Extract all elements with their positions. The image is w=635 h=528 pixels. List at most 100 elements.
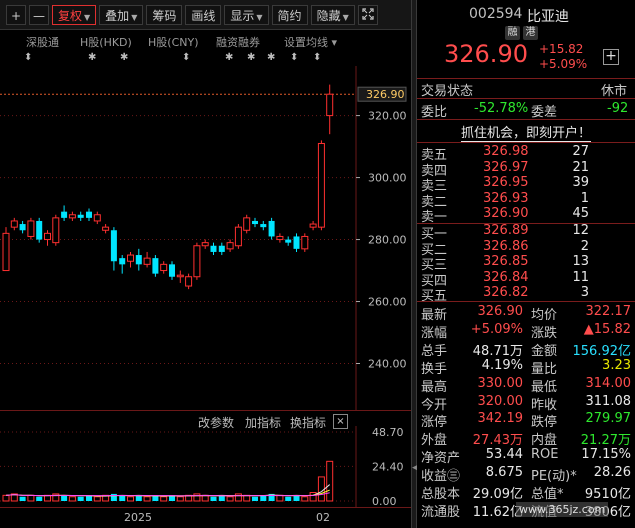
event-marker[interactable]: ✱ <box>225 52 233 63</box>
stat-value: 53.44 <box>485 447 523 463</box>
candle-body <box>110 230 117 262</box>
adjust-price-button[interactable]: 复权 ▼ <box>52 4 97 25</box>
link-margin-trading[interactable]: 融资融券 <box>216 34 260 50</box>
chart-panel[interactable]: + — 复权 ▼ 叠加 ▼ 筹码 画线 显示 ▼ 简约 隐藏 ▼ 深股通 H股(HKD)… <box>0 0 411 528</box>
banner-text[interactable]: 抓住机会，即刻开户！ <box>460 126 591 142</box>
candle-body <box>226 242 234 250</box>
stat-row: 涨停 342.19 跌停 279.97 <box>417 411 635 430</box>
link-h-share-cny[interactable]: H股(CNY) <box>148 34 198 50</box>
divider <box>417 301 635 302</box>
time-label: 2025 <box>124 511 152 524</box>
candlestick-chart[interactable]: 326.90 320.00 300.00 280.00 260.00 240.00 <box>0 66 411 410</box>
volume-bar <box>285 496 292 501</box>
stat-value: 311.08 <box>585 393 632 409</box>
stat-row: 最高 330.00 最低 314.00 <box>417 375 635 395</box>
candle-body <box>27 220 35 237</box>
event-marker[interactable]: ⬍ <box>290 52 298 63</box>
level-price: 326.84 <box>483 269 529 285</box>
candle-body <box>10 220 18 228</box>
zoom-out-button[interactable]: — <box>29 4 49 25</box>
stat-value: 314.00 <box>585 375 632 391</box>
stat-row: 总手 48.71万 金额 156.92亿 <box>417 340 635 359</box>
overlay-subbar: 深股通 H股(HKD) H股(CNY) 融资融券 设置均线 ▾ <box>0 31 411 51</box>
expand-icon[interactable] <box>357 4 378 25</box>
diff-label: 委差 <box>531 105 558 120</box>
ratio-label: 委比 <box>421 105 448 120</box>
add-watchlist-button[interactable]: + <box>603 49 619 65</box>
draw-line-button[interactable]: 画线 <box>185 4 222 25</box>
diff-value: -92 <box>607 101 629 116</box>
level-price: 326.82 <box>483 285 529 301</box>
open-account-banner[interactable]: 抓住机会，即刻开户！ <box>417 122 635 142</box>
candle-body <box>268 220 275 237</box>
volume-bar <box>68 496 76 502</box>
stat-label: 总手 <box>421 343 448 359</box>
event-marker[interactable]: ✱ <box>88 52 96 63</box>
volume-bar <box>61 495 68 501</box>
candle-body <box>44 232 51 241</box>
volume-bar <box>260 495 267 501</box>
event-marker[interactable]: ⬍ <box>24 52 32 63</box>
stat-label: 净资产 <box>421 451 461 467</box>
order-book-row[interactable]: 卖一 326.90 45 <box>417 206 635 225</box>
stat-value: 326.90 <box>477 304 524 319</box>
level-price: 326.97 <box>483 159 529 175</box>
volume-bar <box>193 493 201 502</box>
event-marker[interactable]: ✱ <box>267 52 275 63</box>
candle-body <box>93 214 101 222</box>
divider <box>417 119 635 120</box>
collapse-arrow-icon[interactable]: ◀ <box>412 458 419 478</box>
candle-body <box>119 258 126 265</box>
stat-value: 322.17 <box>585 304 632 319</box>
overlay-button[interactable]: 叠加 ▼ <box>99 4 144 25</box>
volume-bar <box>119 495 126 501</box>
volume-bar <box>301 496 309 502</box>
stat-label: 最低 <box>531 379 558 395</box>
last-price: 326.90 <box>444 40 528 68</box>
stat-value: 4.19% <box>481 357 523 373</box>
divider <box>417 142 635 143</box>
chips-button[interactable]: 筹码 <box>146 4 183 25</box>
stat-label: ROE <box>531 447 559 463</box>
stat-value: 17.15% <box>581 447 631 463</box>
stat-row: 净资产 53.44 ROE 17.15% <box>417 447 635 467</box>
candle-body <box>135 255 142 265</box>
level-volume: 3 <box>580 285 589 301</box>
stat-label: 涨幅 <box>421 325 448 341</box>
volume-axis-label: 0.00 <box>372 495 397 507</box>
volume-bar <box>44 494 51 502</box>
chevron-down-icon: ▼ <box>131 12 138 22</box>
link-sz-connect[interactable]: 深股通 <box>26 34 59 50</box>
level-price: 326.98 <box>483 144 529 159</box>
volume-bar <box>160 496 168 502</box>
candle-body <box>2 232 10 272</box>
volume-bar <box>143 496 151 502</box>
stat-label: 总值* <box>531 487 564 502</box>
event-marker[interactable]: ✱ <box>247 52 255 63</box>
candle-body <box>102 226 110 231</box>
quote-header: 002594 比亚迪 融 港 326.90 +15.82 +5.09% + <box>417 0 635 78</box>
display-button[interactable]: 显示 ▼ <box>224 4 269 25</box>
order-ratio-row: 委比 -52.78% 委差 -92 <box>417 101 635 120</box>
volume-axis-label: 24.40 <box>372 460 404 473</box>
volume-chart[interactable]: 48.70 24.40 0.00 <box>0 426 411 507</box>
moving-average-settings[interactable]: 设置均线 ▾ <box>284 34 337 50</box>
price-axis-label: 320.00 <box>368 110 407 123</box>
candle-body <box>185 276 193 287</box>
simple-mode-button[interactable]: 简约 <box>271 4 308 25</box>
level-volume: 27 <box>572 144 589 159</box>
event-marker[interactable]: ⬍ <box>182 52 190 63</box>
volume-bar <box>226 496 234 502</box>
event-marker[interactable]: ✱ <box>120 52 128 63</box>
volume-bar <box>77 496 84 501</box>
status-label: 交易状态 <box>421 84 474 99</box>
event-marker[interactable]: ⬍ <box>313 52 321 63</box>
stat-value: 342.19 <box>477 411 524 427</box>
link-h-share-hkd[interactable]: H股(HKD) <box>80 34 132 50</box>
chevron-down-icon: ▼ <box>84 12 91 22</box>
stat-label: 最新 <box>421 308 448 323</box>
hide-button[interactable]: 隐藏 ▼ <box>310 4 355 25</box>
candle-body <box>309 223 317 228</box>
zoom-in-button[interactable]: + <box>6 4 26 25</box>
candle-body <box>143 257 151 265</box>
